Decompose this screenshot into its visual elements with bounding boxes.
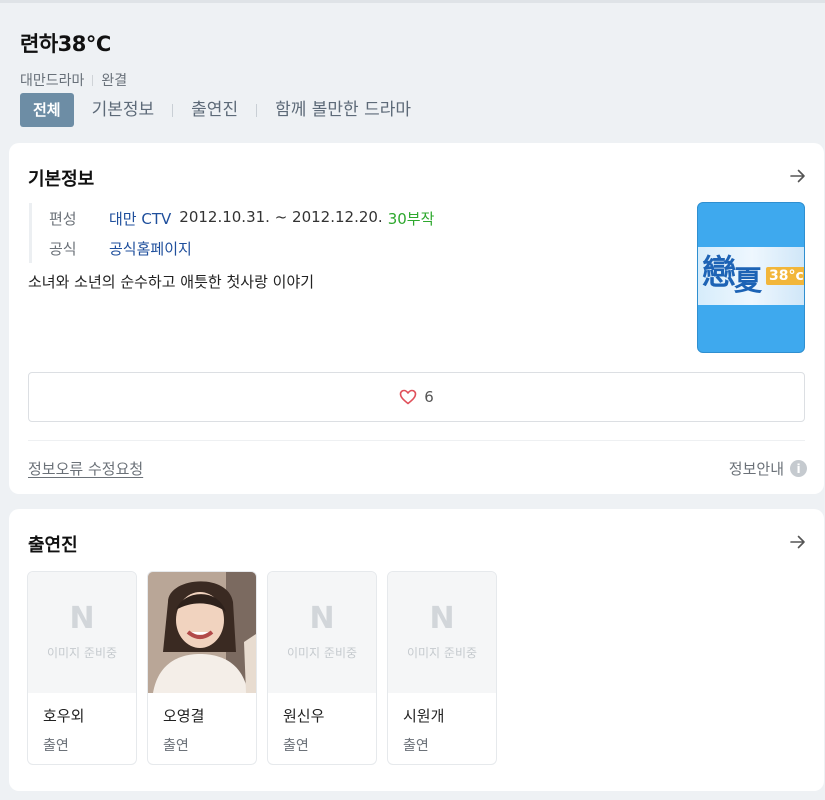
cast-image-placeholder: N 이미지 준비중 [388,572,496,693]
top-border [0,0,825,3]
meta-divider [92,74,94,86]
tab-divider [172,103,174,117]
cast-card-item[interactable]: N 이미지 준비중 원신우 출연 [267,571,377,765]
poster-title-char-2: 夏 [734,264,763,297]
cast-role: 출연 [403,738,429,754]
naver-n-icon: N [69,601,95,636]
drama-header: 련하38℃ 대만드라마 완결 [20,28,820,90]
like-button[interactable]: 6 [28,372,805,422]
report-error-link[interactable]: 정보오류 수정요청 [28,458,143,479]
cast-card-item[interactable]: N 이미지 준비중 호우외 출연 [27,571,137,765]
broadcast-row: 편성 대만 CTV 2012.10.31. ~ 2012.12.20. 30부작 [49,203,434,233]
broadcast-channel-link[interactable]: 대만 CTV [109,208,171,229]
cast-role: 출연 [163,738,189,754]
cast-card: 출연진 N 이미지 준비중 호우외 출연 오영결 출연 N 이미지 준비중 원신… [9,509,824,791]
cast-list: N 이미지 준비중 호우외 출연 오영결 출연 N 이미지 준비중 원신우 출연… [27,571,497,765]
tab-divider [256,103,258,117]
cast-name: 호우외 [43,707,85,725]
divider [28,440,805,441]
tab-all[interactable]: 전체 [20,93,74,127]
official-homepage-link[interactable]: 공식홈페이지 [109,238,192,259]
placeholder-text: 이미지 준비중 [286,646,358,660]
info-icon: i [790,460,807,477]
tab-basic-info[interactable]: 기본정보 [82,93,165,127]
basic-info-card: 기본정보 편성 대만 CTV 2012.10.31. ~ 2012.12.20.… [9,143,824,494]
cast-role: 출연 [283,738,309,754]
official-label: 공식 [49,239,77,258]
naver-n-icon: N [309,601,335,636]
tab-recommended[interactable]: 함께 볼만한 드라마 [265,93,421,127]
info-guide-button[interactable]: 정보안내 i [729,458,807,479]
cast-portrait-image [148,572,256,693]
drama-description: 소녀와 소년의 순수하고 애틋한 첫사랑 이야기 [28,273,315,291]
official-row: 공식 공식홈페이지 [49,233,434,263]
cast-title: 출연진 [28,535,78,556]
poster-title-char-1: 戀 [702,253,736,293]
cast-image-placeholder: N 이미지 준비중 [268,572,376,693]
arrow-right-icon[interactable] [788,166,808,186]
drama-meta: 대만드라마 완결 [20,70,820,90]
cast-name: 원신우 [283,707,325,725]
broadcast-value: 대만 CTV 2012.10.31. ~ 2012.12.20. 30부작 [109,208,434,229]
genre-label: 대만드라마 [20,73,85,89]
heart-icon [399,389,417,405]
episodes-count: 30부작 [387,209,435,228]
cast-name: 시원개 [403,707,445,725]
official-value: 공식홈페이지 [109,238,192,259]
page-title: 련하38℃ [20,32,111,56]
tab-bar: 전체 기본정보 출연진 함께 볼만한 드라마 [20,93,421,127]
broadcast-period: 2012.10.31. ~ 2012.12.20. [179,207,383,226]
basic-info-title: 기본정보 [28,169,95,190]
tab-cast[interactable]: 출연진 [181,93,248,127]
status-label: 완결 [101,73,128,89]
arrow-right-icon[interactable] [788,532,808,552]
naver-n-icon: N [429,601,455,636]
drama-poster[interactable]: 戀 夏 38°c [697,202,805,353]
cast-image-placeholder: N 이미지 준비중 [28,572,136,693]
cast-card-item[interactable]: N 이미지 준비중 시원개 출연 [387,571,497,765]
cast-role: 출연 [43,738,69,754]
cast-photo [148,572,256,693]
placeholder-text: 이미지 준비중 [46,646,118,660]
broadcast-label: 편성 [49,209,77,228]
cast-card-item[interactable]: 오영결 출연 [147,571,257,765]
info-guide-label: 정보안내 [728,460,784,478]
info-table: 편성 대만 CTV 2012.10.31. ~ 2012.12.20. 30부작… [29,203,434,263]
like-count: 6 [424,388,434,406]
poster-badge: 38°c [766,267,804,285]
placeholder-text: 이미지 준비중 [406,646,478,660]
cast-name: 오영결 [163,707,205,725]
